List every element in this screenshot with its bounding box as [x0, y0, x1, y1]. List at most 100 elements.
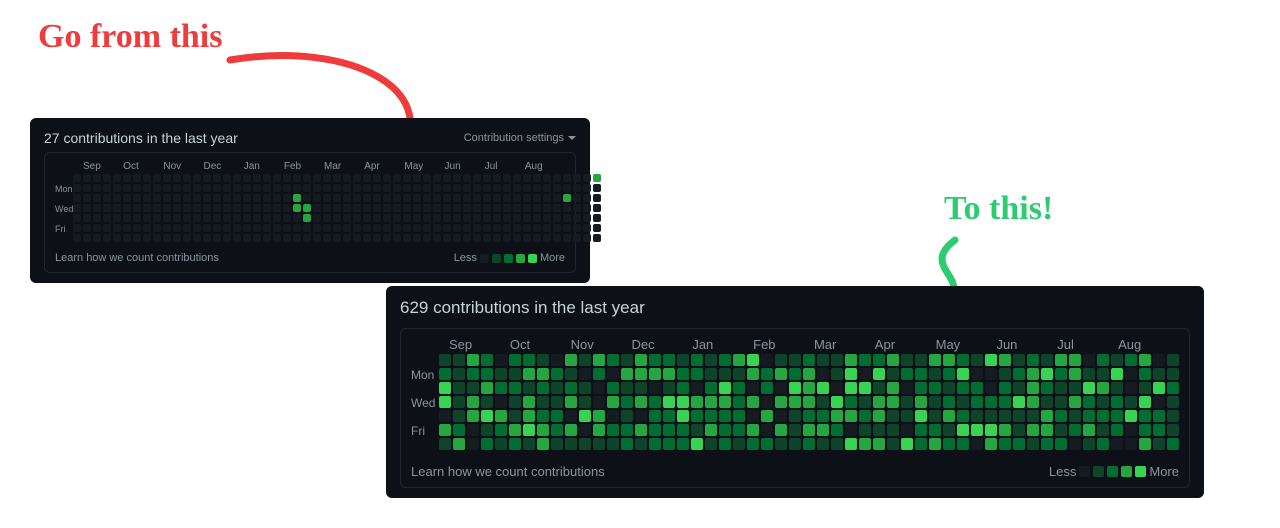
- contribution-cell[interactable]: [999, 354, 1011, 366]
- contribution-cell[interactable]: [579, 354, 591, 366]
- contribution-cell[interactable]: [523, 214, 531, 222]
- contribution-cell[interactable]: [859, 354, 871, 366]
- contribution-cell[interactable]: [123, 224, 131, 232]
- contribution-cell[interactable]: [203, 224, 211, 232]
- contribution-cell[interactable]: [153, 184, 161, 192]
- contribution-cell[interactable]: [1125, 382, 1137, 394]
- contribution-cell[interactable]: [1097, 438, 1109, 450]
- contribution-cell[interactable]: [467, 368, 479, 380]
- contribution-cell[interactable]: [915, 368, 927, 380]
- contribution-cell[interactable]: [495, 354, 507, 366]
- contribution-cell[interactable]: [565, 438, 577, 450]
- contribution-cell[interactable]: [1083, 354, 1095, 366]
- contribution-cell[interactable]: [163, 204, 171, 212]
- contribution-cell[interactable]: [443, 184, 451, 192]
- contribution-cell[interactable]: [971, 410, 983, 422]
- contribution-cell[interactable]: [423, 234, 431, 242]
- contribution-cell[interactable]: [1153, 354, 1165, 366]
- contribution-cell[interactable]: [509, 438, 521, 450]
- contribution-cell[interactable]: [1139, 368, 1151, 380]
- contribution-cell[interactable]: [383, 214, 391, 222]
- contribution-cell[interactable]: [583, 214, 591, 222]
- contribution-cell[interactable]: [705, 382, 717, 394]
- contribution-cell[interactable]: [565, 354, 577, 366]
- contribution-cell[interactable]: [621, 424, 633, 436]
- contribution-cell[interactable]: [243, 204, 251, 212]
- contribution-cell[interactable]: [1125, 396, 1137, 408]
- contribution-cell[interactable]: [1069, 410, 1081, 422]
- contribution-cell[interactable]: [817, 382, 829, 394]
- contribution-cell[interactable]: [887, 424, 899, 436]
- contribution-cell[interactable]: [163, 234, 171, 242]
- contribution-cell[interactable]: [183, 194, 191, 202]
- contribution-cell[interactable]: [509, 382, 521, 394]
- contribution-cell[interactable]: [1167, 368, 1179, 380]
- contribution-cell[interactable]: [553, 214, 561, 222]
- contribution-cell[interactable]: [413, 204, 421, 212]
- contribution-cell[interactable]: [929, 368, 941, 380]
- contribution-cell[interactable]: [439, 396, 451, 408]
- contribution-cell[interactable]: [691, 354, 703, 366]
- contribution-cell[interactable]: [677, 368, 689, 380]
- contribution-cell[interactable]: [775, 368, 787, 380]
- contribution-cell[interactable]: [957, 396, 969, 408]
- contribution-cell[interactable]: [193, 214, 201, 222]
- contribution-cell[interactable]: [573, 204, 581, 212]
- contribution-cell[interactable]: [273, 204, 281, 212]
- contribution-cell[interactable]: [133, 184, 141, 192]
- contribution-cell[interactable]: [223, 194, 231, 202]
- contribution-cell[interactable]: [323, 214, 331, 222]
- contribution-cell[interactable]: [565, 424, 577, 436]
- contribution-cell[interactable]: [635, 410, 647, 422]
- contribution-cell[interactable]: [453, 354, 465, 366]
- contribution-cell[interactable]: [579, 382, 591, 394]
- contribution-cell[interactable]: [537, 354, 549, 366]
- contribution-cell[interactable]: [553, 204, 561, 212]
- contribution-cell[interactable]: [761, 424, 773, 436]
- contribution-cell[interactable]: [1111, 410, 1123, 422]
- contribution-cell[interactable]: [481, 354, 493, 366]
- contribution-cell[interactable]: [1167, 396, 1179, 408]
- contribution-cell[interactable]: [957, 368, 969, 380]
- contribution-cell[interactable]: [943, 396, 955, 408]
- contribution-cell[interactable]: [403, 174, 411, 182]
- contribution-settings-button[interactable]: Contribution settings: [464, 132, 576, 144]
- contribution-cell[interactable]: [1125, 354, 1137, 366]
- contribution-cell[interactable]: [253, 214, 261, 222]
- contribution-cell[interactable]: [93, 174, 101, 182]
- contribution-cell[interactable]: [123, 234, 131, 242]
- contribution-cell[interactable]: [775, 424, 787, 436]
- contribution-cell[interactable]: [887, 354, 899, 366]
- contribution-cell[interactable]: [373, 214, 381, 222]
- contribution-cell[interactable]: [831, 424, 843, 436]
- contribution-cell[interactable]: [761, 354, 773, 366]
- contribution-cell[interactable]: [845, 368, 857, 380]
- contribution-cell[interactable]: [1111, 438, 1123, 450]
- contribution-cell[interactable]: [503, 234, 511, 242]
- contribution-cell[interactable]: [1013, 382, 1025, 394]
- contribution-cell[interactable]: [453, 224, 461, 232]
- contribution-cell[interactable]: [1153, 410, 1165, 422]
- contribution-cell[interactable]: [283, 184, 291, 192]
- contribution-cell[interactable]: [393, 174, 401, 182]
- contribution-cell[interactable]: [1111, 354, 1123, 366]
- contribution-cell[interactable]: [621, 410, 633, 422]
- contribution-cell[interactable]: [413, 224, 421, 232]
- contribution-cell[interactable]: [463, 184, 471, 192]
- contribution-cell[interactable]: [439, 410, 451, 422]
- contribution-cell[interactable]: [649, 438, 661, 450]
- contribution-cell[interactable]: [483, 174, 491, 182]
- contribution-cell[interactable]: [183, 234, 191, 242]
- contribution-cell[interactable]: [915, 438, 927, 450]
- contribution-cell[interactable]: [303, 204, 311, 212]
- contribution-cell[interactable]: [1069, 396, 1081, 408]
- contribution-cell[interactable]: [831, 438, 843, 450]
- contribution-cell[interactable]: [303, 194, 311, 202]
- contribution-cell[interactable]: [383, 224, 391, 232]
- contribution-cell[interactable]: [443, 224, 451, 232]
- contribution-cell[interactable]: [183, 224, 191, 232]
- learn-link[interactable]: Learn how we count contributions: [411, 464, 605, 479]
- contribution-cell[interactable]: [413, 184, 421, 192]
- contribution-cell[interactable]: [1097, 368, 1109, 380]
- contribution-cell[interactable]: [553, 234, 561, 242]
